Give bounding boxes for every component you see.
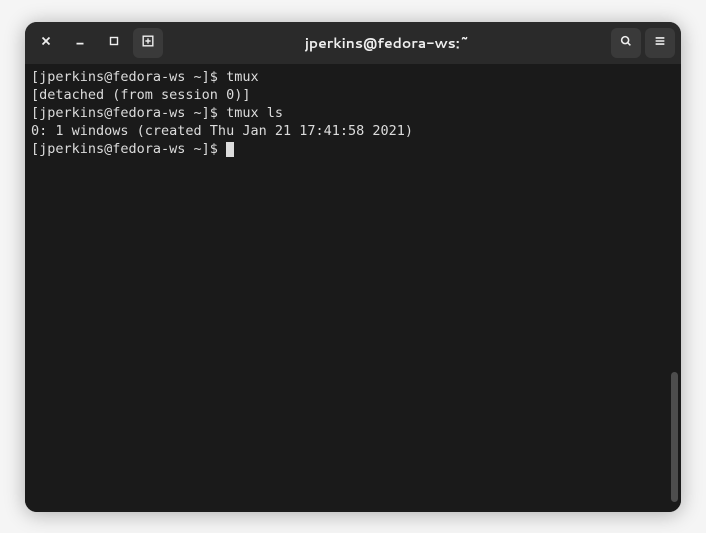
search-icon — [619, 34, 633, 51]
minimize-icon — [73, 34, 87, 51]
command-text: tmux ls — [226, 105, 283, 121]
cursor — [226, 142, 234, 157]
new-tab-icon — [141, 34, 155, 51]
search-button[interactable] — [611, 28, 641, 58]
terminal-line: [jperkins@fedora-ws ~]$ — [31, 140, 675, 158]
scrollbar-thumb[interactable] — [671, 372, 678, 502]
terminal-line: 0: 1 windows (created Thu Jan 21 17:41:5… — [31, 122, 675, 140]
output-text: 0: 1 windows (created Thu Jan 21 17:41:5… — [31, 123, 413, 139]
close-button[interactable] — [31, 28, 61, 58]
titlebar: jperkins@fedora-ws:~ — [25, 22, 681, 64]
command-text: tmux — [226, 69, 259, 85]
terminal-content[interactable]: [jperkins@fedora-ws ~]$ tmux [detached (… — [25, 64, 681, 512]
shell-prompt: [jperkins@fedora-ws ~]$ — [31, 69, 226, 85]
close-icon — [39, 34, 53, 51]
terminal-line: [jperkins@fedora-ws ~]$ tmux — [31, 68, 675, 86]
titlebar-right-controls — [611, 28, 675, 58]
terminal-window: jperkins@fedora-ws:~ — [25, 22, 681, 512]
menu-icon — [653, 34, 667, 51]
shell-prompt: [jperkins@fedora-ws ~]$ — [31, 141, 226, 157]
maximize-button[interactable] — [99, 28, 129, 58]
minimize-button[interactable] — [65, 28, 95, 58]
maximize-icon — [107, 34, 121, 51]
new-tab-button[interactable] — [133, 28, 163, 58]
shell-prompt: [jperkins@fedora-ws ~]$ — [31, 105, 226, 121]
titlebar-left-controls — [31, 28, 163, 58]
output-text: [detached (from session 0)] — [31, 87, 250, 103]
terminal-line: [detached (from session 0)] — [31, 86, 675, 104]
terminal-line: [jperkins@fedora-ws ~]$ tmux ls — [31, 104, 675, 122]
menu-button[interactable] — [645, 28, 675, 58]
window-title: jperkins@fedora-ws:~ — [167, 33, 607, 53]
